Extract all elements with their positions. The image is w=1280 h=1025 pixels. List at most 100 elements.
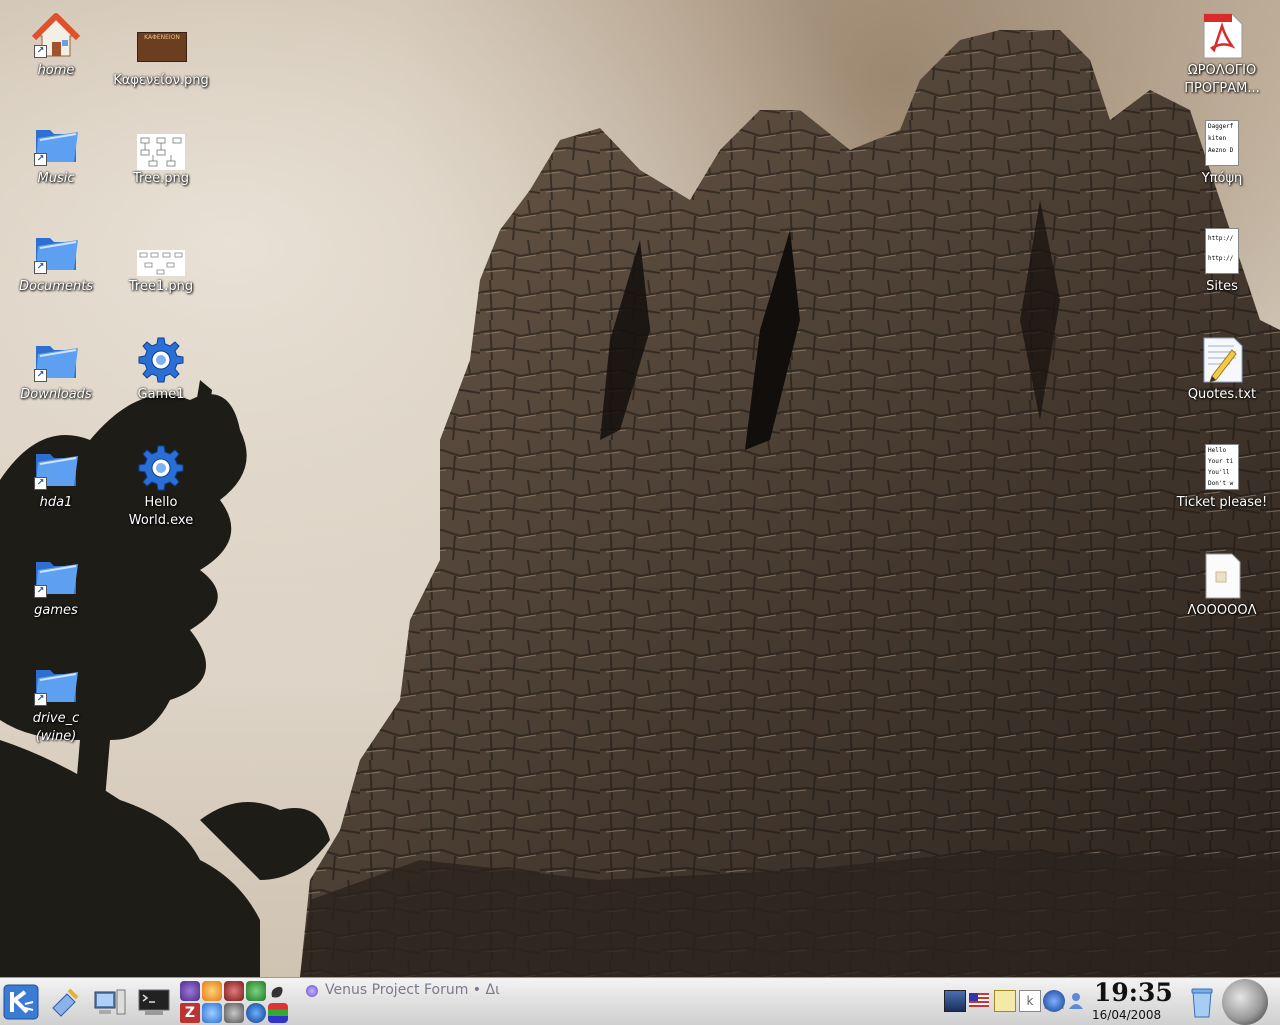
launcher-app-4[interactable] <box>246 981 266 1001</box>
launcher-app-7[interactable] <box>202 1003 222 1023</box>
desktop-icon-label: drive_c (wine) <box>32 711 80 744</box>
moon-phase-icon[interactable] <box>1222 979 1268 1025</box>
desktop-icon-label: Tree.png <box>133 171 189 186</box>
launcher-app-8[interactable] <box>224 1003 244 1023</box>
desktop-icon-documents[interactable]: ↗ Documents <box>6 228 106 296</box>
desktop-access-icon <box>52 988 79 1017</box>
folder-icon: ↗ <box>32 444 80 492</box>
gnome-foot-icon <box>271 986 283 998</box>
text-document-icon: Hello Your ti You'll Don't w <box>1198 444 1246 492</box>
launcher-terminal[interactable] <box>134 982 174 1022</box>
doc-preview-line: Daggerf <box>1208 123 1234 130</box>
user-icon <box>1069 993 1083 1009</box>
folder-icon: ↗ <box>32 660 80 708</box>
desktop-icon-label: Documents <box>18 279 94 294</box>
blank-document-icon <box>1198 552 1246 600</box>
launcher-app-5[interactable] <box>268 981 288 1001</box>
image-thumbnail-icon <box>137 238 185 276</box>
image-thumbnail-icon <box>137 130 185 170</box>
terminal-icon <box>138 989 170 1015</box>
desktop-icon-quotes-txt[interactable]: Quotes.txt <box>1172 336 1272 404</box>
desktop-icon-label: Hello World.exe <box>128 495 194 528</box>
launcher-app-10[interactable] <box>268 1003 288 1023</box>
desktop-icon-label: Ticket please! <box>1176 495 1268 510</box>
doc-preview-line: http:// <box>1208 235 1234 242</box>
desktop-icon-label: ΩΡΟΛΟΓΙΟ ΠΡΟΓΡΑΜ... <box>1184 63 1260 96</box>
desktop-icon-label: Υπόψη <box>1201 171 1243 186</box>
doc-preview-line: Your ti <box>1208 458 1234 465</box>
filezilla-icon[interactable]: Z <box>180 1003 200 1023</box>
computer-icon <box>94 989 126 1015</box>
text-document-icon: Daggerf kiten Aezno D <box>1198 120 1246 168</box>
clock-time[interactable]: 19:35 <box>1094 978 1173 1007</box>
taskbar-task-button[interactable]: Venus Project Forum • Δι <box>292 980 510 1002</box>
desktop-icon-label: Καφενείον.png <box>113 73 209 88</box>
text-document-icon: http:// http:// <box>1198 228 1246 276</box>
desktop-icon-drive-c[interactable]: ↗ drive_c (wine) <box>6 660 106 746</box>
task-title: Venus Project Forum • Δι <box>325 982 500 998</box>
desktop-icon-label: Game1 <box>137 387 185 402</box>
trash-icon <box>1191 988 1213 1018</box>
desktop-icon-label: Tree1.png <box>128 279 194 294</box>
desktop-icon-games[interactable]: ↗ games <box>6 552 106 620</box>
desktop-icon-tree1-png[interactable]: Tree1.png <box>111 238 211 296</box>
desktop-icon-game1[interactable]: Game1 <box>111 336 211 404</box>
desktop-icon-tree-png[interactable]: Tree.png <box>111 130 211 188</box>
folder-icon: ↗ <box>32 552 80 600</box>
kde-panel: Z Venus Project Forum • Δι k 19:35 16/04… <box>0 977 1280 1025</box>
launcher-app-9[interactable] <box>246 1003 266 1023</box>
start-menu-button[interactable] <box>2 982 40 1022</box>
desktop-icon-label: ΛΟΟΟΟΟΛ <box>1187 603 1257 618</box>
folder-icon: ↗ <box>32 120 80 168</box>
image-thumbnail-icon: ΚΑΦΕΝΕΙΟΝ <box>137 32 187 70</box>
doc-preview-line: Don't w <box>1208 480 1234 487</box>
kafeneion-thumbnail: ΚΑΦΕΝΕΙΟΝ <box>137 32 187 62</box>
browser-icon <box>306 985 318 997</box>
desktop-icon-label: games <box>34 603 78 618</box>
launcher-my-computer[interactable] <box>90 982 130 1022</box>
kde-start-icon <box>3 984 39 1020</box>
doc-preview-line: http:// <box>1208 255 1234 262</box>
desktop-icon-ticket-please[interactable]: Hello Your ti You'll Don't w Ticket plea… <box>1172 444 1272 512</box>
desktop-icon-downloads[interactable]: ↗ Downloads <box>6 336 106 404</box>
gear-icon <box>137 336 185 384</box>
network-tray-icon[interactable] <box>1043 990 1065 1012</box>
folder-icon: ↗ <box>32 228 80 276</box>
launcher-desktop[interactable] <box>46 982 84 1022</box>
desktop-icon-label: Sites <box>1206 279 1238 294</box>
desktop-icon-label: Downloads <box>20 387 92 402</box>
k-tray-icon[interactable]: k <box>1019 990 1041 1012</box>
desktop-icon-home[interactable]: ↗ home <box>6 12 106 80</box>
gear-icon <box>137 444 185 492</box>
clipboard-tray-icon[interactable] <box>994 990 1016 1012</box>
desktop-icon-music[interactable]: ↗ Music <box>6 120 106 188</box>
desktop-wallpaper: ↗ home ↗ Music ↗ Documents ↗ Downloads ↗… <box>0 0 1280 977</box>
home-icon: ↗ <box>31 12 81 60</box>
desktop-icon-kafeneion-png[interactable]: ΚΑΦΕΝΕΙΟΝ Καφενείον.png <box>111 22 211 90</box>
clock-date[interactable]: 16/04/2008 <box>1092 1008 1161 1022</box>
desktop-icon-looool[interactable]: ΛΟΟΟΟΟΛ <box>1172 552 1272 620</box>
doc-preview-line: Aezno D <box>1208 147 1234 154</box>
doc-preview-line: Hello <box>1208 447 1227 454</box>
display-tray-icon[interactable] <box>944 990 966 1012</box>
text-file-icon <box>1198 336 1246 384</box>
desktop-icon-label: Music <box>37 171 75 186</box>
desktop-icon-pdf-schedule[interactable]: ΩΡΟΛΟΓΙΟ ΠΡΟΓΡΑΜ... <box>1172 12 1272 98</box>
trash-button[interactable] <box>1190 986 1214 1018</box>
launcher-app-3[interactable] <box>224 981 244 1001</box>
pdf-document-icon <box>1198 12 1246 60</box>
folder-icon: ↗ <box>32 336 80 384</box>
us-flag-icon[interactable] <box>969 993 989 1007</box>
desktop-icon-hello-world-exe[interactable]: Hello World.exe <box>111 444 211 530</box>
desktop-icon-sites[interactable]: http:// http:// Sites <box>1172 228 1272 296</box>
doc-preview-line: You'll <box>1208 469 1230 476</box>
user-tray-icon[interactable] <box>1066 990 1086 1010</box>
desktop-icon-label: hda1 <box>39 495 73 510</box>
launcher-app-1[interactable] <box>180 981 200 1001</box>
doc-preview-line: kiten <box>1208 135 1227 142</box>
desktop-icon-label: Quotes.txt <box>1187 387 1257 402</box>
desktop-icon-hda1[interactable]: ↗ hda1 <box>6 444 106 512</box>
launcher-app-2[interactable] <box>202 981 222 1001</box>
desktop-icon-label: home <box>37 63 75 78</box>
desktop-icon-yposi[interactable]: Daggerf kiten Aezno D Υπόψη <box>1172 120 1272 188</box>
